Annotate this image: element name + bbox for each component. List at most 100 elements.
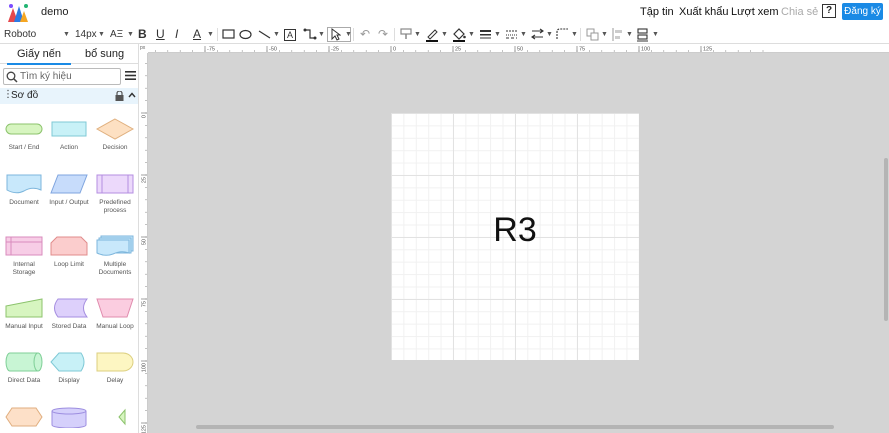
shape-preparation[interactable] xyxy=(1,406,47,428)
chevron-down-icon[interactable]: ▼ xyxy=(98,27,105,42)
shape-decision[interactable]: Decision xyxy=(92,118,138,152)
shape-manual-input[interactable]: Manual Input xyxy=(1,297,47,331)
signup-button[interactable]: Đăng ký xyxy=(842,3,883,20)
toolbar-divider xyxy=(580,28,581,41)
chevron-down-icon[interactable]: ▼ xyxy=(273,27,280,42)
chevron-down-icon[interactable]: ▼ xyxy=(571,27,578,42)
menu-export[interactable]: Xuất khẩu xyxy=(679,6,729,18)
vertical-ruler: 0 25 50 75 100 125 xyxy=(140,53,148,433)
shape-manual-loop[interactable]: Manual Loop xyxy=(92,297,138,331)
lock-icon[interactable] xyxy=(115,91,124,101)
fill-color-icon[interactable] xyxy=(452,27,466,42)
direct-data-shape-icon xyxy=(5,352,43,372)
chevron-down-icon[interactable]: ▼ xyxy=(127,27,134,42)
font-family-select[interactable]: Roboto xyxy=(4,27,36,42)
search-input[interactable] xyxy=(20,70,118,83)
ruler-label: 75 xyxy=(142,301,148,307)
shape-document[interactable]: Document xyxy=(1,173,47,207)
arrange-icon[interactable] xyxy=(586,27,599,42)
underline-button[interactable]: U xyxy=(156,27,165,42)
ruler-label: 0 xyxy=(142,115,148,118)
diagram-page[interactable]: R3 xyxy=(391,113,639,360)
arrow-style-icon[interactable] xyxy=(531,27,544,42)
shape-database[interactable] xyxy=(46,406,92,428)
corner-style-icon[interactable] xyxy=(556,27,569,42)
distribute-icon[interactable] xyxy=(611,27,624,42)
shape-input-output[interactable]: Input / Output xyxy=(46,173,92,207)
section-header-flowchart[interactable]: ⋮ Sơ đồ xyxy=(0,88,138,104)
ruler-label: 25 xyxy=(455,47,461,53)
bold-button[interactable]: B xyxy=(138,27,147,42)
canvas-text-label[interactable]: R3 xyxy=(391,211,639,250)
predefined-process-shape-icon xyxy=(96,174,134,194)
chevron-up-icon[interactable] xyxy=(128,92,136,98)
shape-action[interactable]: Action xyxy=(46,118,92,152)
line-color-icon[interactable] xyxy=(425,27,439,42)
shape-off-page[interactable] xyxy=(92,406,138,428)
document-title[interactable]: demo xyxy=(41,6,69,18)
line-tool-icon[interactable] xyxy=(258,27,271,42)
chevron-down-icon[interactable]: ▼ xyxy=(207,27,214,42)
line-style-icon[interactable] xyxy=(505,27,518,42)
chevron-down-icon[interactable]: ▼ xyxy=(601,27,608,42)
shape-internal-storage[interactable]: Internal Storage xyxy=(1,235,47,277)
shape-loop-limit[interactable]: Loop Limit xyxy=(46,235,92,269)
ellipse-tool-icon[interactable] xyxy=(239,27,252,42)
chevron-down-icon[interactable]: ▼ xyxy=(63,27,70,42)
decision-shape-icon xyxy=(95,118,135,140)
chevron-down-icon[interactable]: ▼ xyxy=(520,27,527,42)
italic-button[interactable]: I xyxy=(175,27,178,42)
menu-share[interactable]: Chia sẻ xyxy=(781,6,818,18)
section-title: Sơ đồ xyxy=(11,90,39,101)
internal-storage-shape-icon xyxy=(5,236,43,256)
ruler-label: 100 xyxy=(641,47,650,53)
format-painter-icon[interactable] xyxy=(400,27,413,42)
shape-start-end[interactable]: Start / End xyxy=(1,118,47,152)
text-format-button[interactable]: AΞ xyxy=(110,27,123,42)
horizontal-ruler: -75 -50 -25 0 25 50 75 100 125 xyxy=(148,44,889,53)
line-weight-icon[interactable] xyxy=(479,27,492,42)
display-shape-icon xyxy=(50,352,85,372)
menu-view[interactable]: Lượt xem xyxy=(731,6,779,18)
app-logo-icon[interactable] xyxy=(6,2,30,24)
connector-tool-icon[interactable] xyxy=(303,27,317,42)
menu-file[interactable]: Tập tin xyxy=(640,6,674,18)
text-box-tool-icon[interactable]: A xyxy=(284,29,296,41)
shape-stored-data[interactable]: Stored Data xyxy=(46,297,92,331)
shape-multiple-documents[interactable]: Multiple Documents xyxy=(92,235,138,277)
rectangle-tool-icon[interactable] xyxy=(222,27,235,42)
vertical-scrollbar[interactable] xyxy=(884,158,888,321)
ruler-corner: px xyxy=(140,44,148,53)
data-shape-icon xyxy=(50,174,88,194)
undo-icon[interactable]: ↶ xyxy=(360,27,370,42)
ruler-label: 0 xyxy=(393,47,396,53)
ruler-label: 125 xyxy=(142,425,148,433)
font-size-select[interactable]: 14px xyxy=(75,27,97,42)
horizontal-scrollbar[interactable] xyxy=(196,425,834,429)
align-icon[interactable] xyxy=(636,27,649,42)
ruler-label: -75 xyxy=(207,47,215,53)
chevron-down-icon[interactable]: ▼ xyxy=(494,27,501,42)
top-bar: demo Tập tin Xuất khẩu Lượt xem Chia sẻ … xyxy=(0,0,889,25)
chevron-down-icon[interactable]: ▼ xyxy=(318,27,325,42)
chevron-down-icon[interactable]: ▼ xyxy=(414,27,421,42)
redo-icon[interactable]: ↷ xyxy=(378,27,388,42)
tab-additional[interactable]: bổ sung xyxy=(85,48,124,60)
text-color-button[interactable]: A xyxy=(193,27,201,42)
tab-stencils[interactable]: Giấy nến xyxy=(6,48,72,65)
chevron-down-icon[interactable]: ▼ xyxy=(652,27,659,42)
shape-predefined-process[interactable]: Predefined process xyxy=(92,173,138,215)
chevron-down-icon[interactable]: ▼ xyxy=(441,27,448,42)
chevron-down-icon[interactable]: ▼ xyxy=(626,27,633,42)
chevron-down-icon[interactable]: ▼ xyxy=(468,27,475,42)
help-button[interactable]: ? xyxy=(822,4,836,18)
shape-delay[interactable]: Delay xyxy=(92,351,138,385)
chevron-down-icon[interactable]: ▼ xyxy=(345,27,352,42)
hamburger-menu-icon[interactable] xyxy=(125,70,136,81)
chevron-down-icon[interactable]: ▼ xyxy=(546,27,553,42)
off-page-connector-icon xyxy=(118,408,126,426)
toolbar-divider xyxy=(217,28,218,41)
shape-direct-data[interactable]: Direct Data xyxy=(1,351,47,385)
ruler-label: 75 xyxy=(579,47,585,53)
shape-display[interactable]: Display xyxy=(46,351,92,385)
